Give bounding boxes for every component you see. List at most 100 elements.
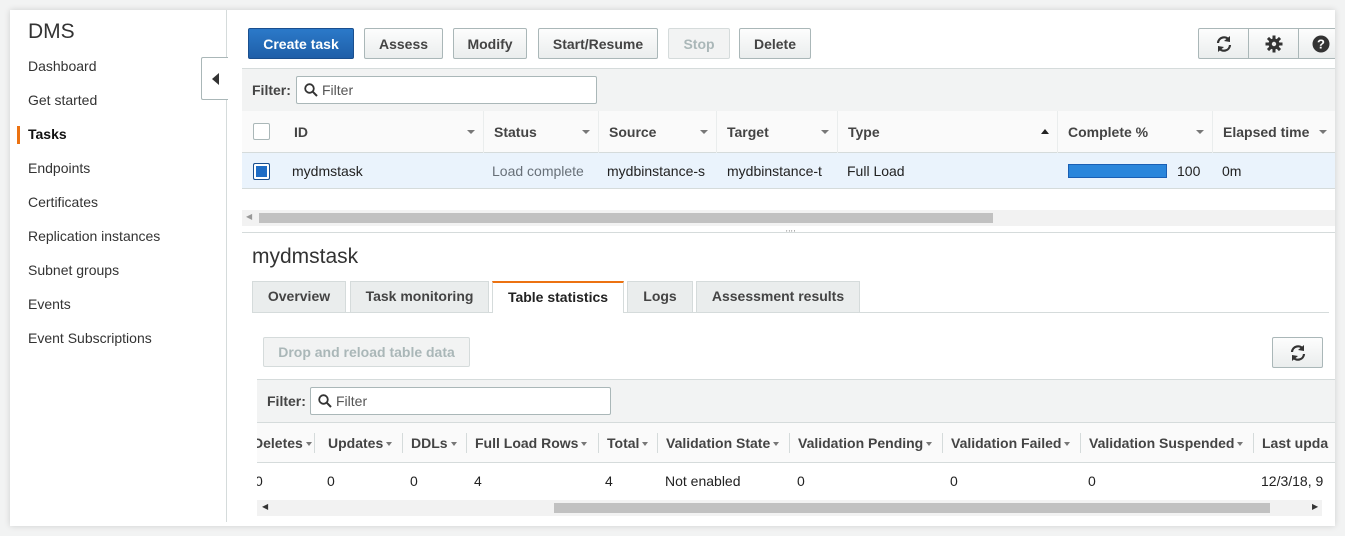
column-header-total[interactable]: Total <box>607 423 658 462</box>
tab-task-monitoring[interactable]: Task monitoring <box>350 281 489 312</box>
cell-validation-failed: 0 <box>950 473 958 489</box>
cell-updates: 0 <box>327 473 335 489</box>
drop-reload-table-button[interactable]: Drop and reload table data <box>263 337 470 367</box>
tasks-filter-bar: Filter: <box>242 68 1335 112</box>
detail-title: mydmstask <box>252 245 359 268</box>
start-resume-button[interactable]: Start/Resume <box>538 28 658 59</box>
cell-validation-state: Not enabled <box>665 473 741 489</box>
pane-splitter[interactable]: '''' <box>242 229 1335 238</box>
tasks-horizontal-scrollbar[interactable]: ◀ <box>242 210 1335 226</box>
tasks-filter-input-box[interactable] <box>296 76 597 104</box>
column-header-status[interactable]: Status <box>484 111 599 153</box>
delete-button[interactable]: Delete <box>739 28 811 59</box>
tab-logs[interactable]: Logs <box>627 281 693 312</box>
help-button[interactable]: ? <box>1298 28 1335 59</box>
cell-validation-suspended: 0 <box>1088 473 1096 489</box>
sort-caret-icon <box>926 442 933 447</box>
column-header-validation-suspended[interactable]: Validation Suspended <box>1089 423 1254 462</box>
sort-caret-icon <box>1196 130 1204 134</box>
sidebar-item-endpoints[interactable]: Endpoints <box>10 160 227 194</box>
sort-caret-icon <box>467 130 475 134</box>
progress-bar <box>1068 164 1167 178</box>
column-header-type[interactable]: Type <box>838 111 1058 153</box>
table-row[interactable]: 0 0 0 4 4 Not enabled 0 0 0 12/3/18, 9 <box>257 463 1335 499</box>
cell-target: mydbinstance-t <box>727 163 822 179</box>
sidebar-item-tasks[interactable]: Tasks <box>10 126 227 160</box>
cell-deletes: 0 <box>257 473 263 489</box>
help-icon: ? <box>1312 35 1329 52</box>
column-header-validation-state[interactable]: Validation State <box>666 423 790 462</box>
column-header-source[interactable]: Source <box>599 111 717 153</box>
column-header-complete[interactable]: Complete % <box>1058 111 1213 153</box>
tab-table-statistics[interactable]: Table statistics <box>492 281 624 313</box>
select-all-checkbox[interactable] <box>253 123 270 140</box>
column-header-last-updated[interactable]: Last upda <box>1262 423 1335 462</box>
column-header-validation-failed[interactable]: Validation Failed <box>951 423 1081 462</box>
sort-caret-icon <box>581 442 588 447</box>
tab-assessment-results[interactable]: Assessment results <box>696 281 860 312</box>
column-header-full-load-rows[interactable]: Full Load Rows <box>475 423 599 462</box>
sort-caret-icon <box>582 130 590 134</box>
scroll-left-icon[interactable]: ◀ <box>262 502 268 511</box>
cell-last-updated: 12/3/18, 9 <box>1261 473 1324 489</box>
column-header-id[interactable]: ID <box>284 111 484 153</box>
sort-caret-icon <box>1319 130 1327 134</box>
stats-filter-bar: Filter: <box>257 379 1335 423</box>
search-icon <box>304 83 318 97</box>
scrollbar-thumb[interactable] <box>259 213 993 223</box>
sidebar-item-replication-instances[interactable]: Replication instances <box>10 228 227 262</box>
scroll-left-icon[interactable]: ◀ <box>246 212 252 221</box>
cell-validation-pending: 0 <box>797 473 805 489</box>
sidebar-item-get-started[interactable]: Get started <box>10 92 227 126</box>
cell-total: 4 <box>605 473 613 489</box>
column-header-validation-pending[interactable]: Validation Pending <box>798 423 943 462</box>
create-task-button[interactable]: Create task <box>248 28 354 59</box>
cell-type: Full Load <box>847 163 905 179</box>
search-icon <box>318 394 332 408</box>
stats-horizontal-scrollbar[interactable]: ◀ ▶ <box>257 500 1322 516</box>
modify-button[interactable]: Modify <box>453 28 527 59</box>
sort-caret-icon <box>1237 442 1244 447</box>
service-title: DMS <box>28 20 75 43</box>
table-row[interactable]: mydmstask Load complete mydbinstance-s m… <box>242 153 1335 189</box>
row-checkbox[interactable] <box>253 163 270 180</box>
column-header-target[interactable]: Target <box>717 111 838 153</box>
tasks-grid: Filter: ID Status Source Target Type Com… <box>242 68 1335 232</box>
column-header-elapsed-time[interactable]: Elapsed time <box>1213 111 1335 153</box>
settings-button[interactable] <box>1248 28 1299 59</box>
sort-caret-icon <box>821 130 829 134</box>
scroll-right-icon[interactable]: ▶ <box>1312 502 1318 511</box>
cell-complete: 100 <box>1058 153 1213 189</box>
column-header-ddls[interactable]: DDLs <box>411 423 467 462</box>
sort-caret-icon <box>700 130 708 134</box>
column-header-deletes[interactable]: Deletes <box>257 423 315 462</box>
stats-filter-input[interactable] <box>336 392 596 410</box>
cell-elapsed: 0m <box>1222 163 1242 179</box>
scrollbar-thumb[interactable] <box>554 503 1270 513</box>
refresh-button[interactable] <box>1198 28 1249 59</box>
sort-caret-icon <box>305 442 312 447</box>
sidebar-item-subnet-groups[interactable]: Subnet groups <box>10 262 227 296</box>
stop-button[interactable]: Stop <box>668 28 730 59</box>
gear-icon <box>1265 35 1282 52</box>
sidebar-item-dashboard[interactable]: Dashboard <box>10 58 227 92</box>
column-header-updates[interactable]: Updates <box>328 423 403 462</box>
sidebar-nav: Dashboard Get started Tasks Endpoints Ce… <box>10 58 227 364</box>
tasks-filter-input[interactable] <box>322 81 582 99</box>
tab-overview[interactable]: Overview <box>252 281 346 312</box>
stats-filter-input-box[interactable] <box>310 387 611 415</box>
drag-handle-icon[interactable]: '''' <box>786 229 796 238</box>
stats-table-header: Deletes Updates DDLs Full Load Rows Tota… <box>257 423 1335 463</box>
progress-fill <box>1069 165 1166 177</box>
cell-full-load-rows: 4 <box>474 473 482 489</box>
detail-tabs: Overview Task monitoring Table statistic… <box>252 281 1329 313</box>
table-statistics-grid: Filter: Deletes Updates DDLs Full Load R… <box>257 379 1335 520</box>
sidebar-item-events[interactable]: Events <box>10 296 227 330</box>
assess-button[interactable]: Assess <box>364 28 443 59</box>
sort-caret-icon <box>450 442 457 447</box>
task-toolbar: Create task Assess Modify Start/Resume S… <box>248 28 1335 60</box>
sidebar-item-certificates[interactable]: Certificates <box>10 194 227 228</box>
table-stats-refresh-button[interactable] <box>1272 337 1323 368</box>
collapse-sidebar-button[interactable] <box>201 57 228 100</box>
sidebar-item-event-subscriptions[interactable]: Event Subscriptions <box>10 330 227 364</box>
